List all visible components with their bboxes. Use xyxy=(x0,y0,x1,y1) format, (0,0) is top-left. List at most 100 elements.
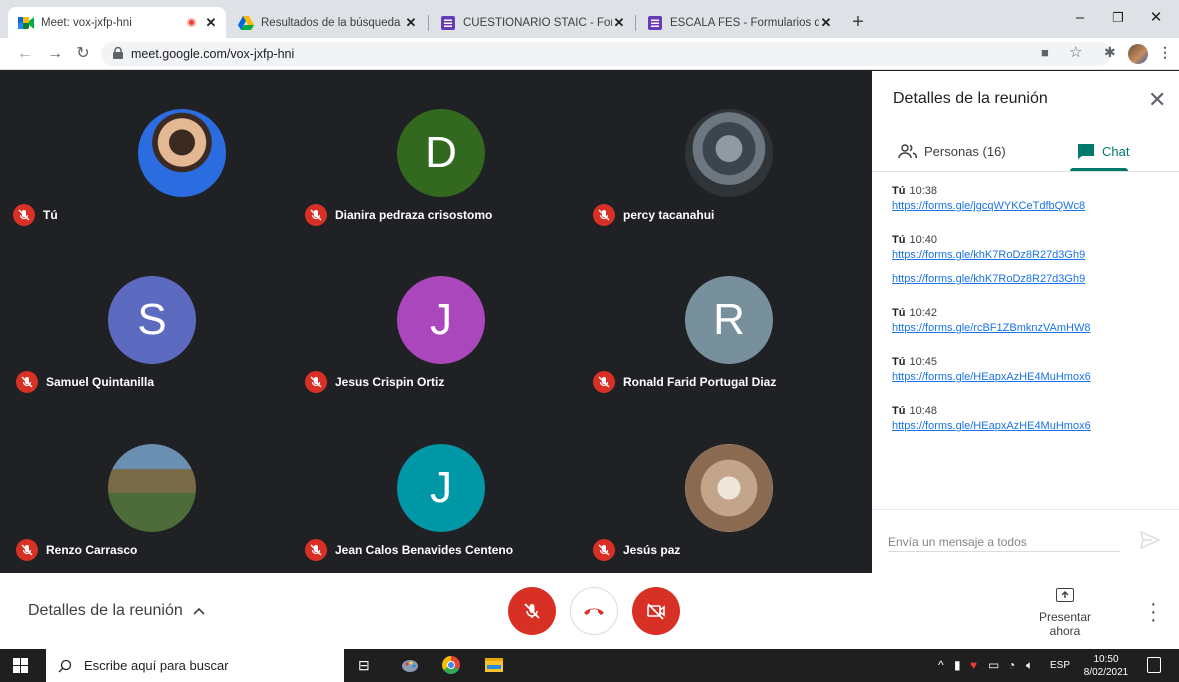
mic-off-icon xyxy=(305,204,327,226)
meeting-details-label: Detalles de la reunión xyxy=(28,602,183,619)
mic-off-icon xyxy=(16,539,38,561)
chat-message: Tú 10:45 https://forms.gle/HEapxAzHE4MuHm… xyxy=(892,356,1162,383)
forward-button[interactable]: → xyxy=(44,43,66,65)
tab-separator xyxy=(635,15,636,31)
microphone-toggle-button[interactable] xyxy=(508,587,556,635)
taskbar-search-box[interactable]: Escribe aquí para buscar xyxy=(46,649,344,682)
present-now-button[interactable]: Presentar ahora xyxy=(1022,588,1108,638)
tab-escala-fes[interactable]: ESCALA FES - Formularios de Go ✕ xyxy=(637,7,841,38)
participant-name: Tú xyxy=(43,208,58,222)
tab-meet[interactable]: Meet: vox-jxfp-hni ✕ xyxy=(8,7,226,38)
close-tab-icon[interactable]: ✕ xyxy=(819,15,833,31)
avatar: D xyxy=(397,109,485,197)
search-icon xyxy=(58,659,72,672)
message-link[interactable]: https://forms.gle/HEapxAzHE4MuHmox6 xyxy=(892,371,1162,383)
participant-name: Renzo Carrasco xyxy=(46,543,138,557)
avatar xyxy=(685,444,773,532)
antivirus-icon[interactable]: ♥ xyxy=(970,658,977,672)
recording-icon xyxy=(187,18,196,27)
task-view-icon[interactable]: ⊟ xyxy=(358,657,370,674)
participant-tile[interactable]: percy tacanahui xyxy=(580,71,870,238)
tab-title: ESCALA FES - Formularios de Go xyxy=(670,16,819,29)
extensions-icon[interactable]: ✱ xyxy=(1104,44,1116,61)
tab-chat[interactable]: Chat xyxy=(1077,131,1129,171)
camera-indicator-icon[interactable]: ■ xyxy=(1041,45,1049,60)
participants-grid: Tú D Dianira pedraza crisostomo percy ta… xyxy=(0,71,872,573)
usb-icon[interactable]: ▮ xyxy=(954,658,961,672)
close-window-button[interactable]: ✕ xyxy=(1133,5,1179,31)
tab-search-results[interactable]: Resultados de la búsqueda - Goo ✕ xyxy=(228,7,426,38)
message-header: Tú 10:38 xyxy=(892,185,1162,197)
chevron-up-icon xyxy=(193,607,205,615)
forms-icon xyxy=(647,15,663,31)
windows-start-icon[interactable] xyxy=(13,658,28,673)
avatar xyxy=(108,444,196,532)
message-header: Tú 10:48 xyxy=(892,405,1162,417)
reload-button[interactable]: ↻ xyxy=(72,43,94,65)
meeting-details-panel: Detalles de la reunión ✕ Personas (16) C… xyxy=(872,71,1179,573)
battery-icon[interactable]: ▭ xyxy=(988,658,999,672)
message-link[interactable]: https://forms.gle/khK7RoDz8R27d3Gh9 xyxy=(892,249,1162,261)
meeting-details-button[interactable]: Detalles de la reunión xyxy=(28,602,205,620)
bookmark-star-icon[interactable]: ☆ xyxy=(1069,43,1082,61)
send-icon[interactable] xyxy=(1140,531,1160,549)
participant-tile[interactable]: D Dianira pedraza crisostomo xyxy=(292,71,582,238)
avatar: J xyxy=(397,276,485,364)
volume-icon[interactable]: 🔈︎ xyxy=(1026,658,1033,673)
message-link[interactable]: https://forms.gle/rcBF1ZBmknzVAmHW8 xyxy=(892,322,1162,334)
chrome-app-icon[interactable] xyxy=(442,656,460,674)
participant-tile[interactable]: Renzo Carrasco xyxy=(3,406,293,573)
paint-app-icon[interactable] xyxy=(400,655,420,675)
address-bar[interactable]: meet.google.com/vox-jxfp-hni ■ ☆ xyxy=(101,42,1111,66)
participant-name: Dianira pedraza crisostomo xyxy=(335,208,493,222)
file-explorer-icon[interactable] xyxy=(485,658,503,672)
wifi-icon[interactable]: ◔ xyxy=(1008,658,1015,672)
tab-people[interactable]: Personas (16) xyxy=(898,131,1006,171)
tab-chat-label: Chat xyxy=(1102,143,1130,159)
message-author: Tú xyxy=(892,307,906,319)
avatar xyxy=(138,109,226,197)
avatar xyxy=(685,109,773,197)
clock-time: 10:50 xyxy=(1093,654,1119,665)
leave-call-button[interactable] xyxy=(570,587,618,635)
present-screen-icon xyxy=(1056,588,1074,602)
clock-date: 8/02/2021 xyxy=(1083,667,1129,678)
participant-name: percy tacanahui xyxy=(623,208,715,222)
mic-off-icon xyxy=(593,539,615,561)
message-link[interactable]: https://forms.gle/HEapxAzHE4MuHmox6 xyxy=(892,420,1162,432)
notifications-icon[interactable] xyxy=(1147,657,1161,673)
mic-off-icon xyxy=(305,371,327,393)
mic-off-icon xyxy=(13,204,35,226)
close-tab-icon[interactable]: ✕ xyxy=(204,15,218,31)
participant-tile[interactable]: S Samuel Quintanilla xyxy=(3,238,293,405)
mic-off-icon xyxy=(16,371,38,393)
profile-avatar[interactable] xyxy=(1128,44,1148,64)
input-language[interactable]: ESP xyxy=(1050,660,1070,671)
participant-tile[interactable]: R Ronald Farid Portugal Diaz xyxy=(580,238,870,405)
participant-tile[interactable]: Tú xyxy=(13,71,323,238)
more-options-icon[interactable]: · · · xyxy=(1150,594,1157,630)
close-panel-icon[interactable]: ✕ xyxy=(1148,87,1166,113)
url-text: meet.google.com/vox-jxfp-hni xyxy=(131,47,295,61)
browser-toolbar: ← → ↻ meet.google.com/vox-jxfp-hni ■ ☆ ✱… xyxy=(0,38,1179,70)
chat-message-input[interactable] xyxy=(888,532,1120,552)
message-author: Tú xyxy=(892,405,906,417)
participant-tile[interactable]: J Jean Calos Benavides Centeno xyxy=(292,406,582,573)
message-link[interactable]: https://forms.gle/khK7RoDz8R27d3Gh9 xyxy=(892,273,1162,285)
close-tab-icon[interactable]: ✕ xyxy=(404,15,418,31)
participant-name: Jesus Crispin Ortiz xyxy=(335,375,445,389)
tab-cuestionario-staic[interactable]: CUESTIONARIO STAIC - Formular ✕ xyxy=(430,7,634,38)
message-author: Tú xyxy=(892,185,906,197)
camera-toggle-button[interactable] xyxy=(632,587,680,635)
panel-title: Detalles de la reunión xyxy=(893,90,1048,107)
browser-menu-icon[interactable]: ⋮ xyxy=(1158,44,1172,61)
browser-tab-strip: Meet: vox-jxfp-hni ✕ Resultados de la bú… xyxy=(0,0,1179,38)
participant-tile[interactable]: Jesús paz xyxy=(580,406,870,573)
show-hidden-icons[interactable]: ^ xyxy=(938,658,944,672)
close-tab-icon[interactable]: ✕ xyxy=(612,15,626,31)
new-tab-button[interactable]: + xyxy=(845,9,871,35)
system-clock[interactable]: 10:50 8/02/2021 xyxy=(1083,653,1129,679)
message-link[interactable]: https://forms.gle/jgcqWYKCeTdfbQWc8 xyxy=(892,200,1162,212)
back-button[interactable]: ← xyxy=(14,43,36,65)
participant-tile[interactable]: J Jesus Crispin Ortiz xyxy=(292,238,582,405)
